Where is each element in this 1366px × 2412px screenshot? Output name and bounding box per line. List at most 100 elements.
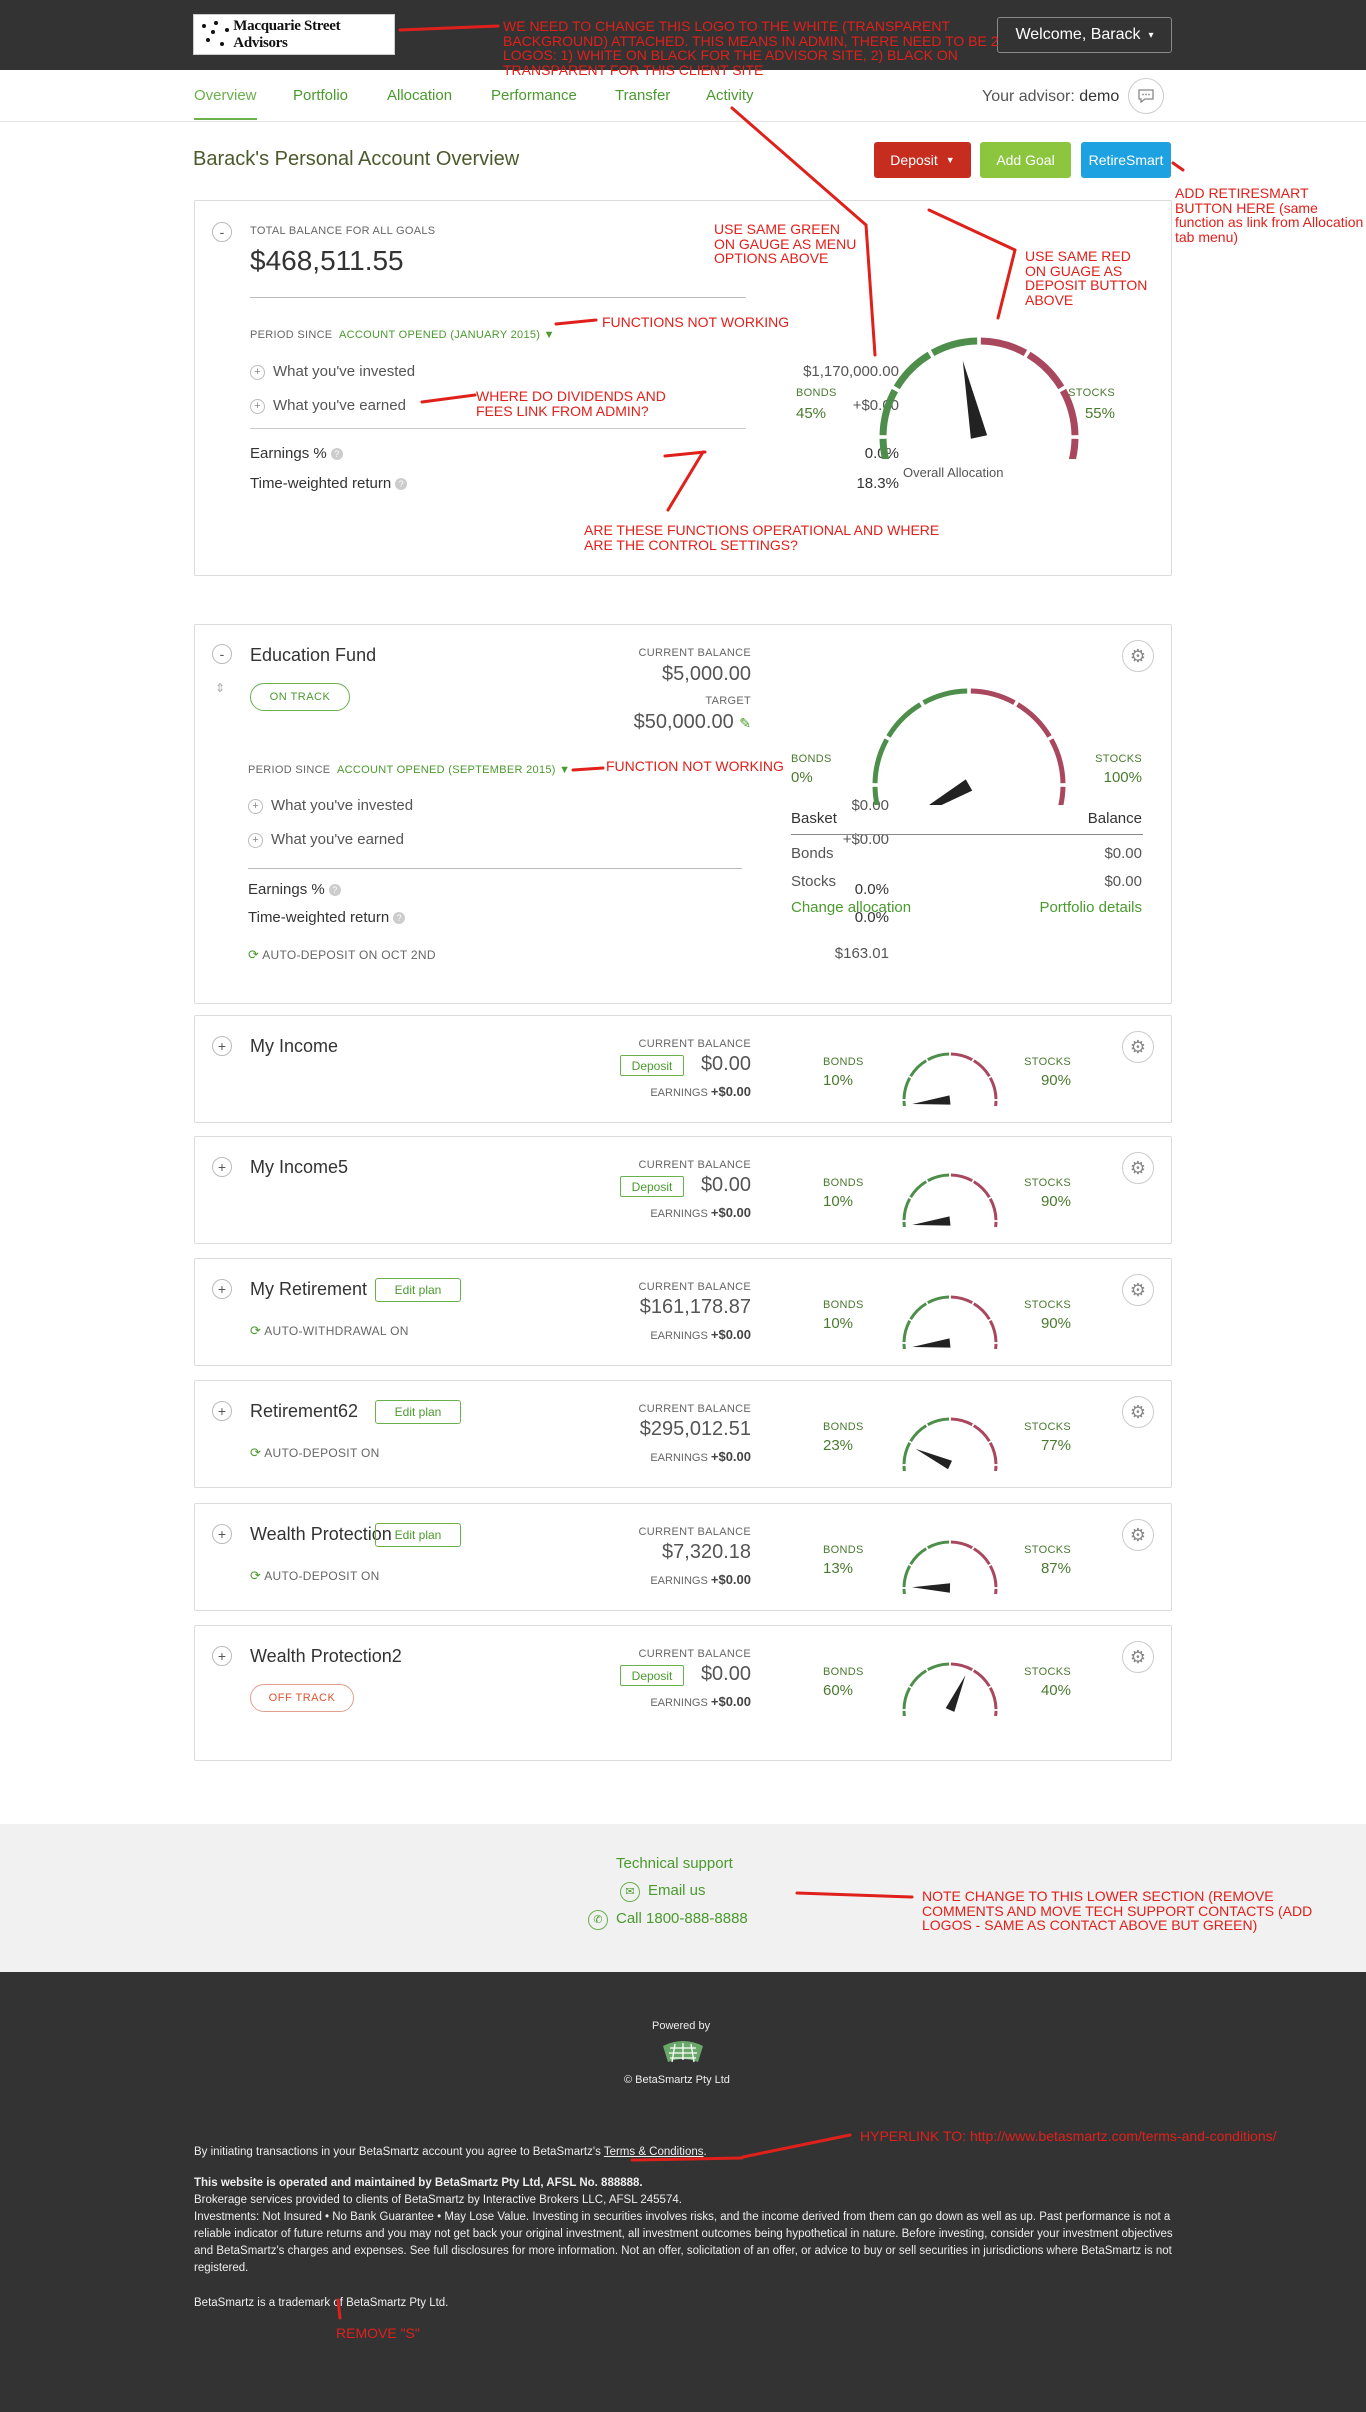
expand-invested-icon[interactable]: + [250, 365, 265, 380]
period-selector[interactable]: ACCOUNT OPENED (JANUARY 2015) ▼ [339, 329, 555, 341]
expand-earned-icon[interactable]: + [248, 833, 263, 848]
deposit-button[interactable]: Deposit [620, 1176, 684, 1197]
gauge-segment [1068, 438, 1079, 459]
gear-icon[interactable]: ⚙ [1122, 1274, 1154, 1306]
edit-plan-button[interactable]: Edit plan [375, 1400, 461, 1424]
gauge-needle [945, 1675, 966, 1712]
bonds-label: BONDS [823, 1056, 864, 1068]
user-menu-button[interactable]: Welcome, Barack ▾ [997, 17, 1172, 53]
gauge-segment [930, 337, 978, 357]
gauge-segment [927, 1173, 950, 1183]
total-balance-label: TOTAL BALANCE FOR ALL GOALS [250, 225, 436, 237]
goal-name: My Income5 [250, 1157, 349, 1177]
divider [250, 297, 746, 298]
expand-invested-icon[interactable]: + [248, 799, 263, 814]
deposit-button[interactable]: Deposit ▼ [874, 142, 971, 178]
expand-toggle[interactable]: + [212, 1524, 232, 1544]
stocks-value: 77% [1040, 1437, 1071, 1454]
gear-icon[interactable]: ⚙ [1122, 1641, 1154, 1673]
help-icon[interactable]: ? [328, 884, 341, 896]
earnings-label: EARNINGS [650, 1452, 708, 1464]
collapse-toggle[interactable]: - [212, 222, 232, 242]
gauge-caption: Overall Allocation [903, 465, 1004, 480]
table-header-basket: Basket [791, 810, 837, 827]
company-logo[interactable]: Macquarie Street Advisors [193, 14, 395, 55]
expand-toggle[interactable]: + [212, 1401, 232, 1421]
auto-status: ⟳ AUTO-WITHDRAWAL ON [250, 1323, 409, 1339]
goal-card: + Wealth Protection Edit plan ⟳ AUTO-DEPO… [194, 1503, 1172, 1611]
collapse-toggle[interactable]: - [212, 644, 232, 664]
earnings-value: +$0.00 [710, 1449, 751, 1464]
agreement-prefix: By initiating transactions in your BetaS… [194, 2146, 601, 2158]
pencil-icon[interactable]: ✎ [739, 715, 751, 731]
gauge-segment [950, 1295, 973, 1305]
terms-link[interactable]: Terms & Conditions [604, 2146, 704, 2158]
expand-toggle[interactable]: + [212, 1036, 232, 1056]
earnings-label: EARNINGS [650, 1330, 708, 1342]
tab-performance[interactable]: Performance [491, 87, 577, 104]
period-selector[interactable]: ACCOUNT OPENED (SEPTEMBER 2015) ▼ [337, 764, 570, 776]
gauge-segment [1049, 738, 1066, 784]
stocks-label: STOCKS [1095, 753, 1142, 765]
add-goal-button[interactable]: Add Goal [980, 142, 1071, 178]
gauge-needle [915, 1448, 952, 1470]
stocks-value: 90% [1040, 1072, 1071, 1089]
tab-portfolio[interactable]: Portfolio [293, 87, 348, 104]
email-link[interactable]: ✉ Email us [620, 1882, 706, 1902]
expand-earned-icon[interactable]: + [250, 399, 265, 414]
edit-plan-button[interactable]: Edit plan [375, 1523, 461, 1547]
help-icon[interactable]: ? [330, 448, 343, 460]
bonds-value: 10% [823, 1072, 854, 1089]
divider [248, 868, 742, 869]
period-value: ACCOUNT OPENED (SEPTEMBER 2015) [337, 764, 556, 776]
chat-icon[interactable] [1128, 78, 1164, 114]
portfolio-details-link[interactable]: Portfolio details [1039, 899, 1142, 916]
tab-overview[interactable]: Overview [194, 87, 257, 120]
stocks-label: STOCKS [1024, 1299, 1071, 1311]
stocks-value: 90% [1040, 1315, 1071, 1332]
gauge-segment [879, 438, 890, 459]
annotation-red: USE SAME RED ON GUAGE AS DEPOSIT BUTTON … [1025, 248, 1148, 309]
table-row-value: $0.00 [1104, 845, 1142, 862]
earnings-label: EARNINGS [650, 1697, 708, 1709]
allocation-gauge [902, 1417, 998, 1471]
gear-icon[interactable]: ⚙ [1122, 1519, 1154, 1551]
tab-transfer[interactable]: Transfer [615, 87, 670, 104]
earnings-line: EARNINGS +$0.00 [650, 1449, 751, 1464]
tab-activity[interactable]: Activity [706, 87, 754, 104]
current-balance-label: CURRENT BALANCE [638, 1281, 751, 1293]
current-balance-label: CURRENT BALANCE [638, 1159, 751, 1171]
gauge-segment [909, 1547, 928, 1566]
retiresmart-button[interactable]: RetireSmart [1081, 142, 1171, 178]
gauge-segment [994, 1588, 998, 1594]
table-row-value: $0.00 [1104, 873, 1142, 890]
gear-icon[interactable]: ⚙ [1122, 1396, 1154, 1428]
change-allocation-link[interactable]: Change allocation [791, 899, 911, 916]
help-icon[interactable]: ? [393, 912, 406, 924]
tab-allocation[interactable]: Allocation [387, 87, 452, 104]
gear-icon[interactable]: ⚙ [1122, 1031, 1154, 1063]
expand-toggle[interactable]: + [212, 1646, 232, 1666]
gauge-segment [909, 1302, 928, 1321]
deposit-button[interactable]: Deposit [620, 1055, 684, 1076]
gear-icon[interactable]: ⚙ [1122, 1152, 1154, 1184]
gauge-segment [922, 688, 968, 705]
table-row-label: Stocks [791, 873, 837, 890]
phone-link[interactable]: ✆ Call 1800-888-8888 [588, 1910, 748, 1930]
logo-text: Macquarie Street Advisors [233, 17, 341, 51]
status-badge: OFF TRACK [250, 1684, 354, 1712]
bonds-value: 10% [823, 1193, 854, 1210]
betasmartz-logo [663, 2041, 703, 2063]
gauge-segment [909, 1669, 928, 1688]
help-icon[interactable]: ? [395, 478, 408, 490]
gauge-segment [980, 337, 1028, 357]
expand-toggle[interactable]: + [212, 1279, 232, 1299]
gear-icon[interactable]: ⚙ [1122, 640, 1154, 672]
edit-plan-button[interactable]: Edit plan [375, 1278, 461, 1302]
expand-toggle[interactable]: + [212, 1157, 232, 1177]
deposit-button[interactable]: Deposit [620, 1665, 684, 1686]
drag-handle-icon[interactable]: ⇕ [215, 681, 225, 695]
current-balance: $0.00 [700, 1663, 751, 1685]
total-balance: $468,511.55 [250, 245, 404, 276]
earnings-label: EARNINGS [650, 1575, 708, 1587]
